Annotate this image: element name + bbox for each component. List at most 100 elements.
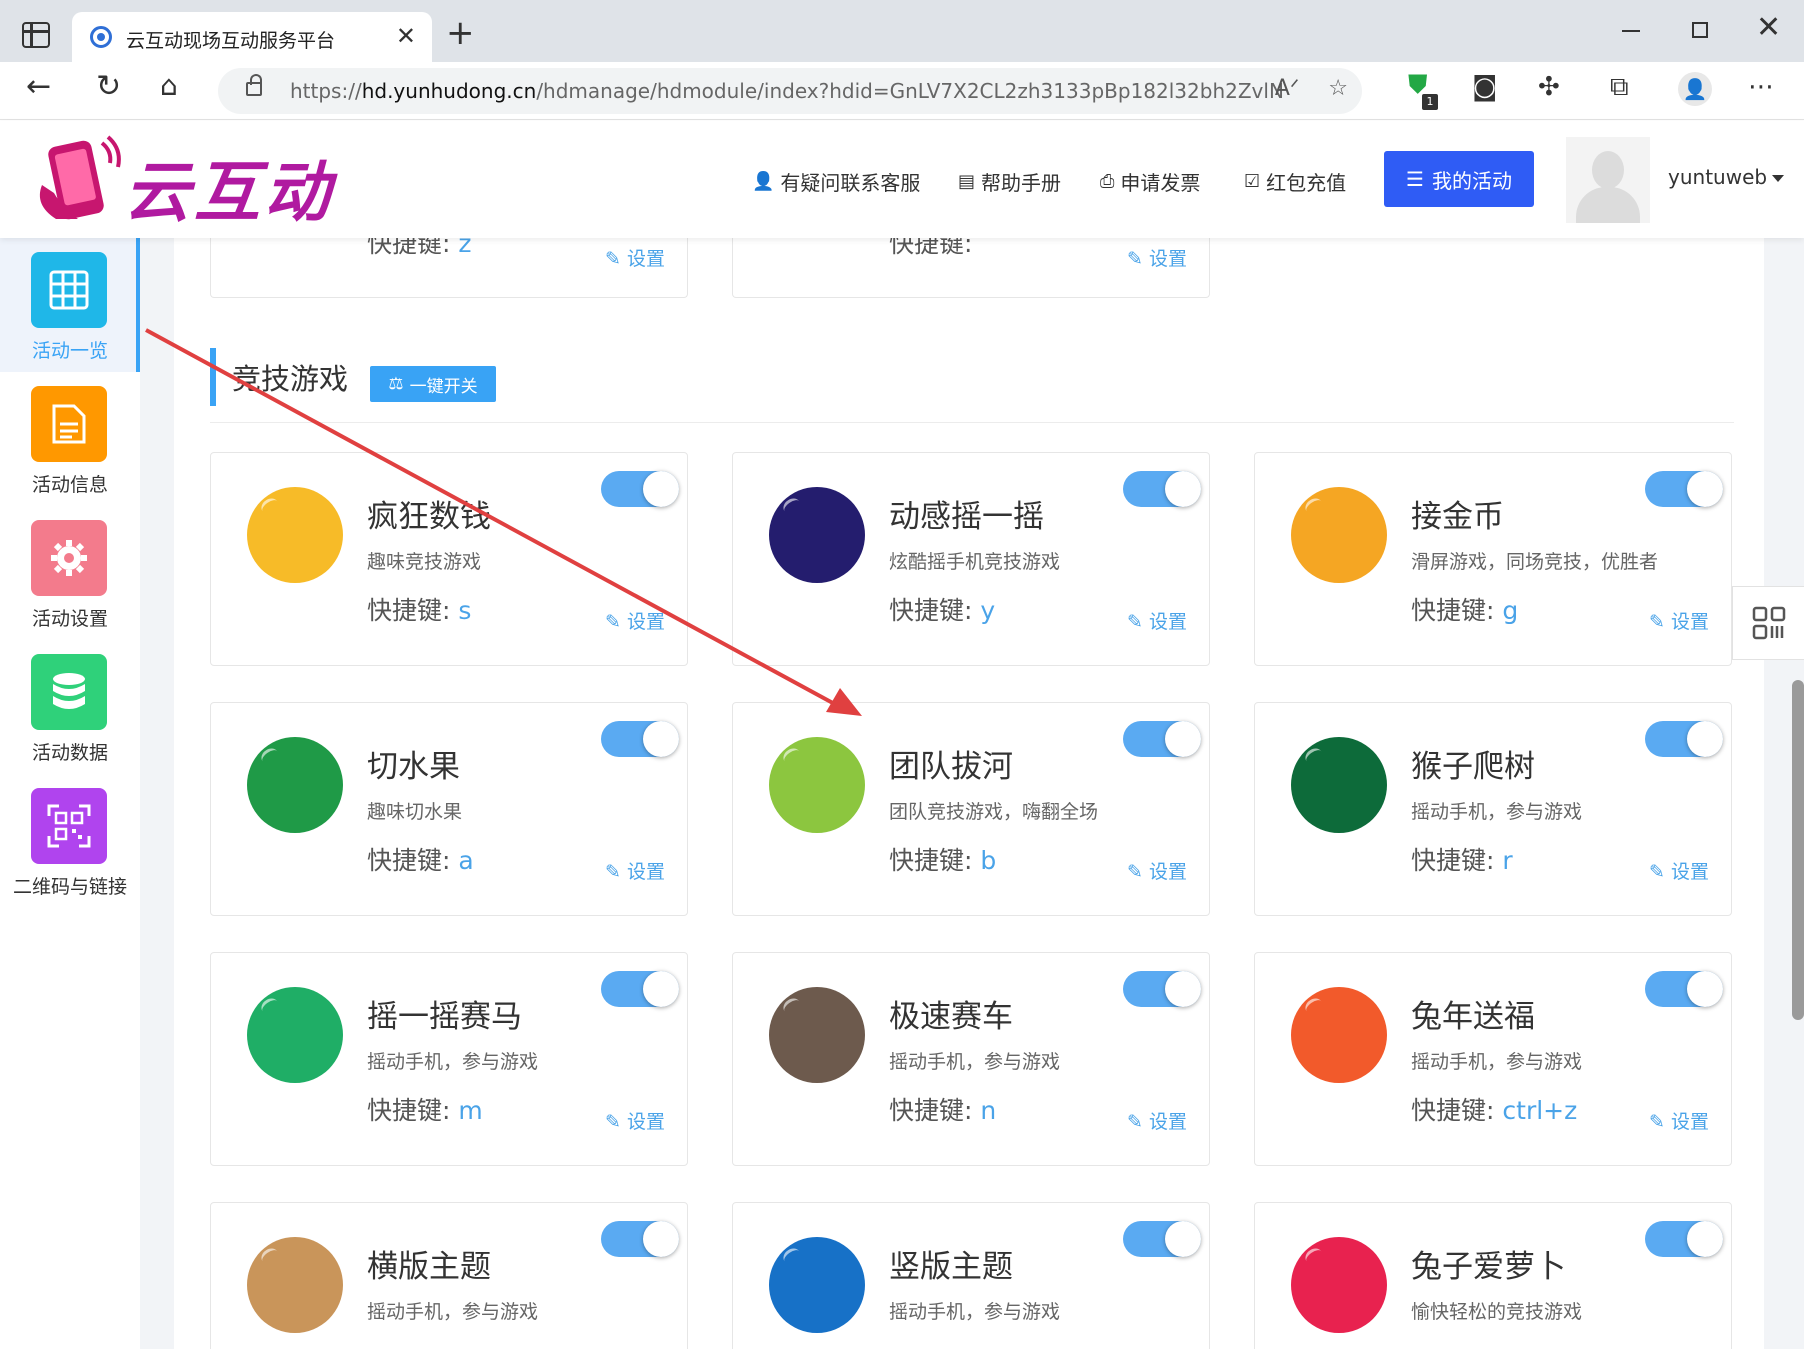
database-icon xyxy=(31,654,107,730)
browser-tab[interactable]: 云互动现场互动服务平台 ✕ xyxy=(72,12,432,62)
extensions-puzzle-icon[interactable]: ✣ xyxy=(1538,74,1560,100)
game-card[interactable]: 切水果 趣味切水果 快捷键: a ✎ 设置 xyxy=(210,702,688,916)
window-minimize-icon[interactable] xyxy=(1622,30,1640,32)
palm-tree-icon xyxy=(1291,737,1387,833)
game-toggle-switch[interactable] xyxy=(1123,1221,1201,1257)
game-toggle-switch[interactable] xyxy=(1123,471,1201,507)
game-toggle-switch[interactable] xyxy=(601,971,679,1007)
game-name: 横版主题 xyxy=(367,1249,491,1285)
profile-icon[interactable]: 👤 xyxy=(1678,72,1712,106)
floating-qrcode-button[interactable] xyxy=(1732,586,1804,660)
logo-phone-icon xyxy=(39,135,121,220)
bicycle-icon xyxy=(1291,987,1387,1083)
one-key-toggle-button[interactable]: ⚖ 一键开关 xyxy=(370,366,496,402)
settings-link[interactable]: ✎ 设置 xyxy=(1127,607,1187,634)
game-card[interactable]: 接金币 滑屏游戏，同场竞技，优胜者 快捷键: g ✎ 设置 xyxy=(1254,452,1732,666)
game-card[interactable]: 摇一摇赛马 摇动手机，参与游戏 快捷键: m ✎ 设置 xyxy=(210,952,688,1166)
tab-close-icon[interactable]: ✕ xyxy=(396,22,416,50)
app-header: 云互动 👤 有疑问联系客服 ▤ 帮助手册 ⎙ 申请发票 ☑ 红包充值 ☰ 我的活动 yun… xyxy=(0,121,1804,238)
printer-icon: ⎙ xyxy=(1100,171,1115,192)
settings-link[interactable]: ✎ 设置 xyxy=(605,1107,665,1134)
favorite-add-icon[interactable]: ☆ xyxy=(1328,76,1348,101)
sidebar-item-settings[interactable]: 活动设置 xyxy=(0,506,140,640)
settings-link[interactable]: ✎ 设置 xyxy=(1127,244,1187,271)
game-name: 切水果 xyxy=(367,749,460,785)
back-icon[interactable]: ← xyxy=(26,72,51,102)
more-menu-icon[interactable]: ⋯ xyxy=(1748,74,1774,100)
pencil-icon: ✎ xyxy=(605,861,621,883)
game-description: 摇动手机，参与游戏 xyxy=(889,1051,1061,1073)
game-toggle-switch[interactable] xyxy=(1645,471,1723,507)
section-accent-bar xyxy=(210,348,216,406)
game-card[interactable]: 兔子爱萝卜 愉快轻松的竞技游戏 xyxy=(1254,1202,1732,1349)
sidebar-item-info[interactable]: 活动信息 xyxy=(0,372,140,506)
game-name: 摇一摇赛马 xyxy=(367,999,522,1035)
game-shortcut: 快捷键: g xyxy=(1411,596,1519,625)
game-card[interactable]: 团队拔河 团队竞技游戏，嗨翻全场 快捷键: b ✎ 设置 xyxy=(732,702,1210,916)
settings-link[interactable]: ✎ 设置 xyxy=(1127,1107,1187,1134)
game-shortcut: 快捷键: n xyxy=(889,1096,997,1125)
game-card[interactable]: 动感摇一摇 炫酷摇手机竞技游戏 快捷键: y ✎ 设置 xyxy=(732,452,1210,666)
url-text[interactable]: https://hd.yunhudong.cn/hdmanage/hdmodul… xyxy=(290,79,1284,103)
read-aloud-icon[interactable]: Aᐟ xyxy=(1275,76,1299,101)
user-plus-icon: 👤 xyxy=(752,171,775,192)
avatar[interactable] xyxy=(1566,137,1650,223)
settings-link[interactable]: ✎ 设置 xyxy=(605,857,665,884)
lock-icon[interactable] xyxy=(246,74,262,96)
home-icon[interactable]: ⌂ xyxy=(160,72,178,100)
settings-link[interactable]: ✎ 设置 xyxy=(1649,1107,1709,1134)
game-description: 摇动手机，参与游戏 xyxy=(889,1301,1061,1323)
qrcode-icon xyxy=(1752,606,1785,640)
sidebar-item-overview[interactable]: 活动一览 xyxy=(0,238,140,372)
game-toggle-switch[interactable] xyxy=(601,1221,679,1257)
extension-glasses-icon[interactable]: ◙ xyxy=(1472,74,1497,100)
nav-contact-support[interactable]: 👤 有疑问联系客服 xyxy=(752,167,920,196)
list-icon: ☰ xyxy=(1406,167,1424,191)
section-title: 竞技游戏 xyxy=(232,362,349,396)
game-name: 兔年送福 xyxy=(1411,999,1535,1035)
extension-badge: 1 xyxy=(1422,94,1438,110)
window-maximize-icon[interactable] xyxy=(1692,22,1708,38)
game-toggle-switch[interactable] xyxy=(601,471,679,507)
settings-link[interactable]: ✎ 设置 xyxy=(1127,857,1187,884)
logo-text: 云互动 xyxy=(124,154,334,231)
new-tab-icon[interactable]: + xyxy=(446,16,475,50)
nav-help-manual[interactable]: ▤ 帮助手册 xyxy=(958,167,1061,196)
browser-tab-bar: 云互动现场互动服务平台 ✕ + ✕ xyxy=(0,0,1804,62)
page-scrollbar[interactable] xyxy=(1792,680,1804,1020)
game-toggle-switch[interactable] xyxy=(1123,971,1201,1007)
game-toggle-switch[interactable] xyxy=(1123,721,1201,757)
game-card[interactable]: 疯狂数钱 趣味竞技游戏 快捷键: s ✎ 设置 xyxy=(210,452,688,666)
game-card[interactable]: 极速赛车 摇动手机，参与游戏 快捷键: n ✎ 设置 xyxy=(732,952,1210,1166)
game-toggle-switch[interactable] xyxy=(1645,971,1723,1007)
settings-link[interactable]: ✎ 设置 xyxy=(605,607,665,634)
chevron-down-icon[interactable] xyxy=(1772,175,1784,182)
game-toggle-switch[interactable] xyxy=(601,721,679,757)
nav-invoice[interactable]: ⎙ 申请发票 xyxy=(1100,167,1200,196)
collections-icon[interactable]: ⧉ xyxy=(1610,74,1629,100)
pencil-icon: ✎ xyxy=(1127,611,1143,633)
game-toggle-switch[interactable] xyxy=(1645,721,1723,757)
nav-redpacket-recharge[interactable]: ☑ 红包充值 xyxy=(1244,167,1346,196)
swimmer-icon xyxy=(769,1237,865,1333)
game-card[interactable]: 竖版主题 摇动手机，参与游戏 xyxy=(732,1202,1210,1349)
window-close-icon[interactable]: ✕ xyxy=(1756,10,1781,45)
game-card[interactable]: 猴子爬树 摇动手机，参与游戏 快捷键: r ✎ 设置 xyxy=(1254,702,1732,916)
username[interactable]: yuntuweb xyxy=(1668,165,1767,189)
my-activity-button[interactable]: ☰ 我的活动 xyxy=(1384,151,1534,207)
refresh-icon[interactable]: ↻ xyxy=(96,72,121,102)
settings-link[interactable]: ✎ 设置 xyxy=(605,244,665,271)
sidebar-item-qrcode[interactable]: 二维码与链接 xyxy=(0,774,140,908)
qrcode-icon xyxy=(31,788,107,864)
game-card[interactable]: 兔年送福 摇动手机，参与游戏 快捷键: ctrl+z ✎ 设置 xyxy=(1254,952,1732,1166)
pencil-icon: ✎ xyxy=(1649,611,1665,633)
sidebar-item-data[interactable]: 活动数据 xyxy=(0,640,140,774)
game-toggle-switch[interactable] xyxy=(1645,1221,1723,1257)
settings-link[interactable]: ✎ 设置 xyxy=(1649,857,1709,884)
address-bar[interactable]: https://hd.yunhudong.cn/hdmanage/hdmodul… xyxy=(218,68,1362,114)
game-card[interactable]: 横版主题 摇动手机，参与游戏 xyxy=(210,1202,688,1349)
settings-link[interactable]: ✎ 设置 xyxy=(1649,607,1709,634)
tab-actions-icon[interactable] xyxy=(22,22,50,48)
book-icon: ▤ xyxy=(958,171,976,192)
game-card-partial: 快捷键: ✎ 设置 xyxy=(732,238,1210,298)
